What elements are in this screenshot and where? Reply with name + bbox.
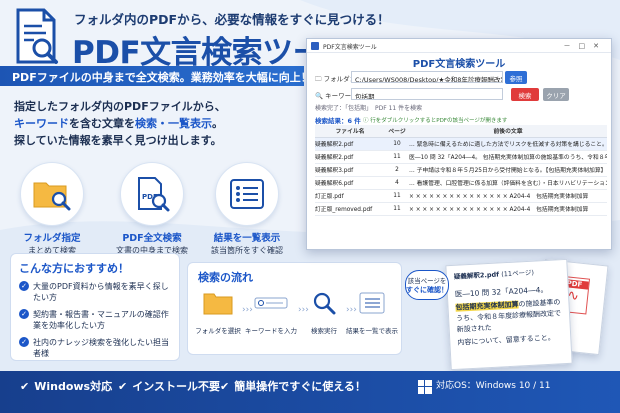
result-count: 検索結果：6 件 <box>315 117 361 125</box>
app-heading: PDF文言検索ツール <box>412 59 506 70</box>
check-icon: ✔ <box>20 380 30 393</box>
table-row[interactable]: 疑義解釈6.pdf 4… 看護管理、口腔管理に係る加算（評価料を含む）・日本リハビ… <box>315 176 607 190</box>
app-icon <box>311 42 319 50</box>
table-row[interactable]: 訂正版_removed.pdf 11 × × × × × × × × × × × ×… <box>315 202 607 216</box>
pdf-search-icon: PDF <box>120 162 184 226</box>
folder-search-icon <box>20 162 84 226</box>
feature-pdf-search: PDF PDF全文検索 文書の中身まで検索 <box>112 162 192 256</box>
pdf-search-hero-icon <box>16 8 58 64</box>
browse-button[interactable]: 参照 <box>505 71 527 84</box>
highlighted-keyword: 包括期充実体制加算 <box>455 300 519 312</box>
column-header-context[interactable]: 前後の文章 <box>409 125 607 138</box>
results-table: ファイル名 ページ 前後の文章 疑義解釈2.pdf 10… 緊急時に備えるために適… <box>315 125 607 216</box>
pdf-preview-page: 疑義解釈2.pdf (11ページ) 医―10 問 32「A204―4。 包括期充… <box>445 258 573 371</box>
folder-path-input[interactable]: C:/Users/WS008/Desktop/★令和8年診療報酬改定/疑義解釈 <box>351 71 503 83</box>
preview-doc-title: 疑義解釈2.pdf (11ページ) <box>453 268 535 281</box>
folder-icon <box>203 293 233 315</box>
preview-line-2: 包括期充実体制加算の施設基準のうち、令和８年度診療報酬改定で新設された <box>455 298 562 334</box>
search-flow-box: 検索の流れ フォルダを選択 ››› キーワードを入力 ››› 検索実行 ››› … <box>187 262 402 355</box>
keyword-input[interactable]: 包括期 <box>351 88 503 100</box>
search-input-icon <box>254 297 288 309</box>
recommend-item: ✓ 大量のPDF資料から情報を素早く探したい方 <box>19 281 171 303</box>
supported-os: 対応OS：Windows 10 / 11 <box>436 381 551 391</box>
check-icon: ✓ <box>19 309 29 319</box>
search-button[interactable]: 検索 <box>511 88 539 101</box>
recommend-box: こんな方におすすめ！ ✓ 大量のPDF資料から情報を素早く探したい方 ✓ 契約書・報… <box>10 253 180 361</box>
table-row[interactable]: 訂正版.pdf 11 × × × × × × × × × × × × × × × A… <box>315 189 607 203</box>
check-icon: ✔ <box>118 380 128 393</box>
check-icon: ✔ <box>220 380 230 393</box>
app-window: PDF文言検索ツール －□✕ PDF文言検索ツール 🗀 フォルダ： C:/Use… <box>306 38 612 250</box>
column-header-file[interactable]: ファイル名 <box>315 125 385 138</box>
flow-step-keyword: キーワードを入力 <box>243 291 299 335</box>
table-row[interactable]: 疑義解釈2.pdf 11 医―10 問 32「A204―4。 包括期充実体制加算の施… <box>315 150 607 164</box>
footer-item-easy: ✔ 簡単操作ですぐに使える！ <box>220 380 366 393</box>
double-click-hint: ⓘ 行をダブルクリックするとPDFの該当ページが開きます <box>363 118 508 124</box>
feature-list: 結果を一覧表示 該当箇所をすぐ確認 <box>207 162 287 256</box>
tagline: フォルダ内のPDFから、必要な情報をすぐに見つける！ <box>74 12 390 27</box>
folder-icon-label: 🗀 フォルダ： <box>315 75 357 83</box>
magnifier-icon <box>313 292 336 315</box>
description-line-2: キーワードを含む文章を検索・一覧表示。 <box>14 117 223 130</box>
clear-button[interactable]: クリア <box>543 88 569 101</box>
flow-step-results: 結果を一覧で表示 <box>344 291 400 335</box>
description-line-3: 探していた情報を素早く見つけ出します。 <box>14 134 222 147</box>
check-icon: ✓ <box>19 337 29 347</box>
footer-item-no-install: ✔ インストール不要 <box>118 380 220 393</box>
feature-folder: フォルダ指定 まとめて検索 <box>12 162 92 256</box>
preview-callout: 該当ページを すぐに確認！ <box>405 270 449 300</box>
footer-item-windows: ✔ Windows対応 <box>20 380 113 393</box>
recommend-title: こんな方におすすめ！ <box>19 262 129 275</box>
window-controls[interactable]: －□✕ <box>564 41 607 51</box>
flow-step-folder: フォルダを選択 <box>190 291 246 335</box>
recommend-item: ✓ 社内のナレッジ検索を強化したい担当者様 <box>19 337 171 359</box>
flow-title: 検索の流れ <box>198 271 253 284</box>
table-row[interactable]: 疑義解釈3.pdf 2… 子申請は令和８年５月25日から受付開始となる。【包括期充… <box>315 163 607 177</box>
banner: PDFファイルの中身まで全文検索。業務効率を大幅に向上！ <box>0 66 312 86</box>
window-titlebar: PDF文言検索ツール －□✕ <box>307 39 611 53</box>
column-header-page[interactable]: ページ <box>385 125 409 138</box>
list-icon <box>215 162 279 226</box>
description-line-1: 指定したフォルダ内のPDFファイルから、 <box>14 100 226 113</box>
table-row[interactable]: 疑義解釈2.pdf 10… 緊急時に備えるために適した方法でリスクを低減する対策を… <box>315 137 607 151</box>
status-text: 検索完了：「包括期」 PDF 11 件を検索 <box>315 105 423 112</box>
check-icon: ✓ <box>19 281 29 291</box>
windows-logo-icon <box>418 380 432 394</box>
description: 指定したフォルダ内のPDFファイルから、 キーワードを含む文章を検索・一覧表示。… <box>14 98 304 149</box>
recommend-item: ✓ 契約書・報告書・マニュアルの確認作業を効率化したい方 <box>19 309 171 331</box>
list-icon <box>359 292 385 314</box>
